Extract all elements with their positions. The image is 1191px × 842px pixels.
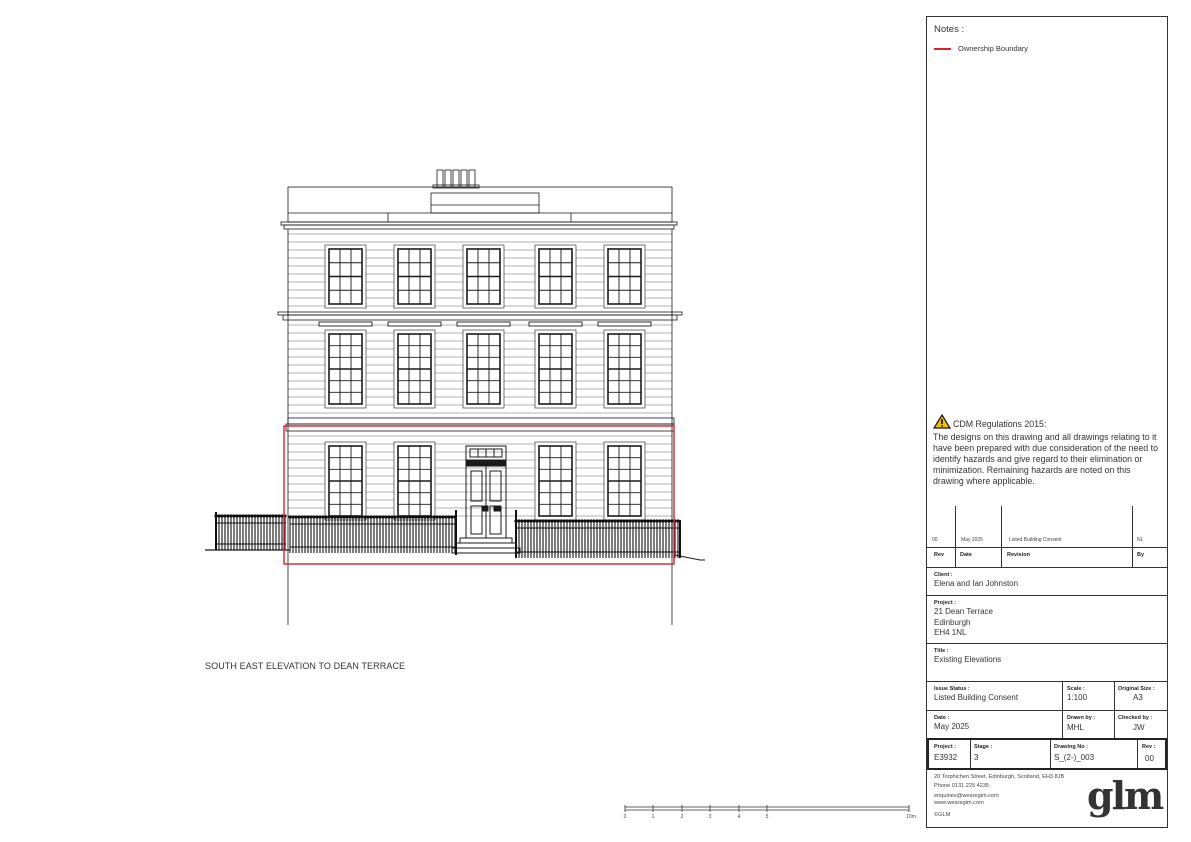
stage-value: 3	[974, 753, 979, 762]
drawn-by-value: MHL	[1067, 723, 1084, 732]
original-size-value: A3	[1133, 693, 1143, 702]
address-line1: 20 Torphichen Street, Edinburgh, Scotlan…	[934, 774, 1065, 780]
date-value: May 2025	[934, 722, 970, 731]
scale-label: 1	[651, 814, 655, 820]
title-block: Notes : Ownership Boundary CDM Regulatio…	[926, 16, 1168, 828]
revision-header: Revision	[1007, 552, 1030, 558]
rev-row-revision: Listed Building Consent	[1009, 537, 1062, 543]
project-line2: Edinburgh	[934, 618, 971, 627]
notes-heading: Notes :	[934, 24, 965, 35]
date-label: Date :	[934, 715, 950, 721]
checked-by-value: JW	[1133, 723, 1145, 732]
title-value: Existing Elevations	[934, 655, 1002, 664]
client-value: Elena and Ian Johnston	[934, 579, 1019, 588]
legend-label: Ownership Boundary	[958, 44, 1029, 53]
project-line3: EH4 1NL	[934, 628, 967, 637]
checked-by-label: Checked by :	[1118, 715, 1153, 721]
scale-label: 10m	[906, 814, 916, 820]
warning-icon	[932, 413, 952, 432]
rev-row-by: NL	[1137, 537, 1144, 543]
original-size-label: Original Size :	[1118, 686, 1155, 692]
cdm-text: The designs on this drawing and all draw…	[933, 432, 1158, 486]
rev-row-date: May 2025	[961, 537, 983, 543]
drawing-number-box	[927, 738, 1167, 770]
glm-logo: glm	[1087, 773, 1164, 818]
stage-label: Stage :	[974, 744, 993, 750]
drawn-by-label: Drawn by :	[1067, 715, 1096, 721]
title-label: Title :	[934, 648, 949, 654]
rev-header: Rev	[934, 552, 945, 558]
date-header: Date	[960, 552, 972, 558]
scale-label: 4	[737, 814, 741, 820]
drawing-no-label: Drawing No :	[1054, 744, 1088, 750]
entrance-door	[451, 445, 521, 554]
scale-label: 2	[680, 814, 684, 820]
scale-label: Scale :	[1067, 686, 1085, 692]
rev-label: Rev :	[1142, 744, 1156, 750]
rev-row-rev: 00	[932, 537, 938, 543]
by-header: By	[1137, 552, 1145, 558]
scale-label: 3	[708, 814, 712, 820]
cdm-note: CDM Regulations 2015: The designs on thi…	[932, 413, 1163, 487]
scale-label: 0	[623, 814, 627, 820]
issue-status-value: Listed Building Consent	[934, 693, 1019, 702]
legend-ownership-boundary: Ownership Boundary	[934, 44, 1028, 53]
copyright: ©GLM	[934, 812, 951, 818]
scale-value: 1:100	[1067, 693, 1088, 702]
address-website: www.wearegim.com	[934, 800, 984, 806]
project-label: Project :	[934, 600, 957, 606]
rev-value: 00	[1145, 754, 1154, 763]
scale-label: 5	[765, 814, 769, 820]
elevation-title: SOUTH EAST ELEVATION TO DEAN TERRACE	[205, 661, 406, 671]
scale-bar	[624, 805, 910, 812]
address-phone: Phone 0131 225 4235	[934, 783, 990, 789]
project-no-label: Project :	[934, 744, 957, 750]
cdm-title: CDM Regulations 2015:	[953, 419, 1047, 429]
issue-status-label: Issue Status :	[934, 686, 970, 692]
legend-red-line	[934, 47, 951, 50]
project-line1: 21 Dean Terrace	[934, 607, 993, 616]
client-label: Client :	[934, 572, 953, 578]
project-no-value: E3932	[934, 753, 958, 762]
drawing-no-value: S_(2-)_003	[1054, 753, 1095, 762]
windows	[318, 244, 652, 521]
